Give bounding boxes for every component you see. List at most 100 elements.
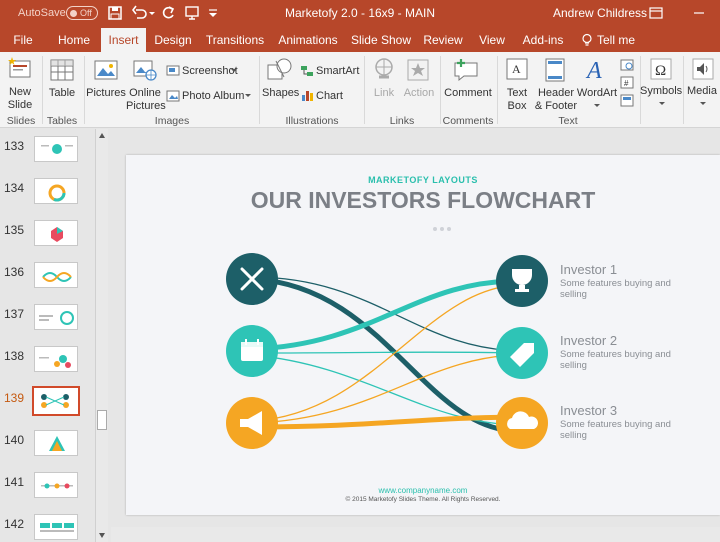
start-from-beginning-icon[interactable] <box>183 4 201 22</box>
investor-2-name: Investor 2 <box>560 333 618 348</box>
action-icon[interactable] <box>406 58 430 82</box>
table-icon[interactable] <box>49 58 75 82</box>
tab-design[interactable]: Design <box>150 28 196 52</box>
thumbnails-scrollbar[interactable] <box>95 129 108 542</box>
photo-album-icon <box>166 90 180 102</box>
group-separator <box>364 56 365 124</box>
symbols-button[interactable]: Symbols <box>640 85 682 98</box>
customize-toolbar-icon[interactable] <box>207 4 219 22</box>
online-pictures-button[interactable]: Online Pictures <box>126 87 166 113</box>
slide-thumbnail[interactable]: 135 <box>0 218 92 260</box>
group-label-text: Text <box>558 115 578 127</box>
slide-thumbnail[interactable]: 140 <box>0 428 92 470</box>
smartart-button[interactable]: SmartArt <box>316 65 359 78</box>
copyright-notice: © 2015 Marketofy Slides Theme. All Right… <box>345 496 501 503</box>
slide-thumbnail[interactable]: 138 <box>0 344 92 386</box>
redo-icon[interactable] <box>159 4 177 22</box>
header-footer-button[interactable]: Header & Footer <box>534 87 578 113</box>
slide-thumbnail[interactable]: 141 <box>0 470 92 512</box>
group-label-comments: Comments <box>442 115 494 127</box>
tell-me-search[interactable]: Tell me <box>595 28 637 52</box>
group-label-slides: Slides <box>6 115 36 127</box>
ribbon-display-options-icon[interactable] <box>645 4 667 22</box>
tab-home[interactable]: Home <box>52 28 96 52</box>
tab-view[interactable]: View <box>474 28 510 52</box>
screenshot-button[interactable]: Screenshot <box>182 65 238 78</box>
online-pictures-icon[interactable] <box>132 58 158 82</box>
slide-number-icon[interactable]: # <box>620 76 634 89</box>
action-button[interactable]: Action <box>402 87 436 100</box>
svg-text:A: A <box>585 58 602 82</box>
undo-icon[interactable] <box>131 4 149 22</box>
chevron-down-icon <box>231 69 237 72</box>
scroll-up-icon[interactable] <box>99 133 105 138</box>
current-slide[interactable]: MARKETOFY LAYOUTS OUR INVESTORS FLOWCHAR… <box>126 155 720 515</box>
shapes-button[interactable]: Shapes <box>262 87 299 100</box>
investor-3-name: Investor 3 <box>560 403 618 418</box>
minimize-icon[interactable] <box>688 4 710 22</box>
wordart-icon[interactable]: A <box>585 56 609 82</box>
text-box-icon[interactable]: A <box>505 57 529 83</box>
save-icon[interactable] <box>106 4 124 22</box>
flow-connector <box>251 354 523 424</box>
slide-thumbnail[interactable]: 133 <box>0 134 92 176</box>
wordart-button[interactable]: WordArt <box>576 87 618 100</box>
new-slide-icon[interactable] <box>7 56 33 80</box>
flow-connector <box>251 278 523 352</box>
pictures-icon[interactable] <box>93 58 119 82</box>
text-box-button[interactable]: Text Box <box>500 87 534 113</box>
svg-text:A: A <box>512 62 521 76</box>
thumbnail-image <box>34 220 78 246</box>
link-icon[interactable] <box>371 57 397 83</box>
ribbon-tabs: File Home Insert Design Transitions Anim… <box>0 28 720 52</box>
media-button[interactable]: Media <box>684 85 720 98</box>
user-name[interactable]: Andrew Childress <box>553 6 647 20</box>
tab-slide-show[interactable]: Slide Show <box>350 28 412 52</box>
thumbnail-image <box>34 136 78 162</box>
insert-ribbon: New Slide Slides Table Tables Pictures O… <box>0 52 720 128</box>
pictures-button[interactable]: Pictures <box>86 87 126 100</box>
slide-thumbnail-selected[interactable]: 139 <box>0 386 92 428</box>
omega-icon[interactable]: Ω <box>650 58 672 80</box>
tab-transitions[interactable]: Transitions <box>202 28 268 52</box>
new-slide-button[interactable]: New Slide <box>2 86 38 112</box>
slide-thumbnail[interactable]: 134 <box>0 176 92 218</box>
group-separator <box>259 56 260 124</box>
slide-thumbnail[interactable]: 142 <box>0 512 92 542</box>
scrollbar-thumb[interactable] <box>97 410 107 430</box>
tab-animations[interactable]: Animations <box>276 28 340 52</box>
undo-dropdown-icon[interactable] <box>148 4 156 22</box>
photo-album-button[interactable]: Photo Album <box>182 90 244 103</box>
chart-button[interactable]: Chart <box>316 90 343 103</box>
svg-text:Ω: Ω <box>655 63 666 79</box>
slide-number: 136 <box>4 265 25 279</box>
tab-add-ins[interactable]: Add-ins <box>518 28 568 52</box>
flow-connector <box>251 276 523 434</box>
chevron-down-icon <box>245 94 251 97</box>
chevron-down-icon <box>659 102 665 105</box>
comment-icon[interactable] <box>452 56 480 82</box>
slide-area-scrollbar[interactable] <box>111 527 720 542</box>
slide-editing-area: MARKETOFY LAYOUTS OUR INVESTORS FLOWCHAR… <box>111 129 720 542</box>
chart-icon <box>302 91 313 101</box>
tab-review[interactable]: Review <box>420 28 466 52</box>
slide-number: 133 <box>4 139 25 153</box>
date-time-icon[interactable] <box>620 58 634 71</box>
slide-thumbnail[interactable]: 137 <box>0 302 92 344</box>
svg-text:#: # <box>624 79 629 88</box>
investor-1-name: Investor 1 <box>560 262 618 277</box>
comment-button[interactable]: Comment <box>443 87 493 100</box>
link-button[interactable]: Link <box>368 87 400 100</box>
autosave-toggle[interactable]: Off <box>66 6 98 20</box>
speaker-icon[interactable] <box>692 58 714 80</box>
table-button[interactable]: Table <box>44 87 80 100</box>
tab-insert[interactable]: Insert <box>101 28 146 52</box>
header-footer-icon[interactable] <box>543 57 567 83</box>
slide-number: 141 <box>4 475 25 489</box>
scroll-down-icon[interactable] <box>99 533 105 538</box>
slide-thumbnail[interactable]: 136 <box>0 260 92 302</box>
tab-file[interactable]: File <box>0 28 46 52</box>
shapes-icon[interactable] <box>266 57 294 83</box>
title-dots <box>433 218 454 236</box>
object-icon[interactable] <box>620 94 634 107</box>
